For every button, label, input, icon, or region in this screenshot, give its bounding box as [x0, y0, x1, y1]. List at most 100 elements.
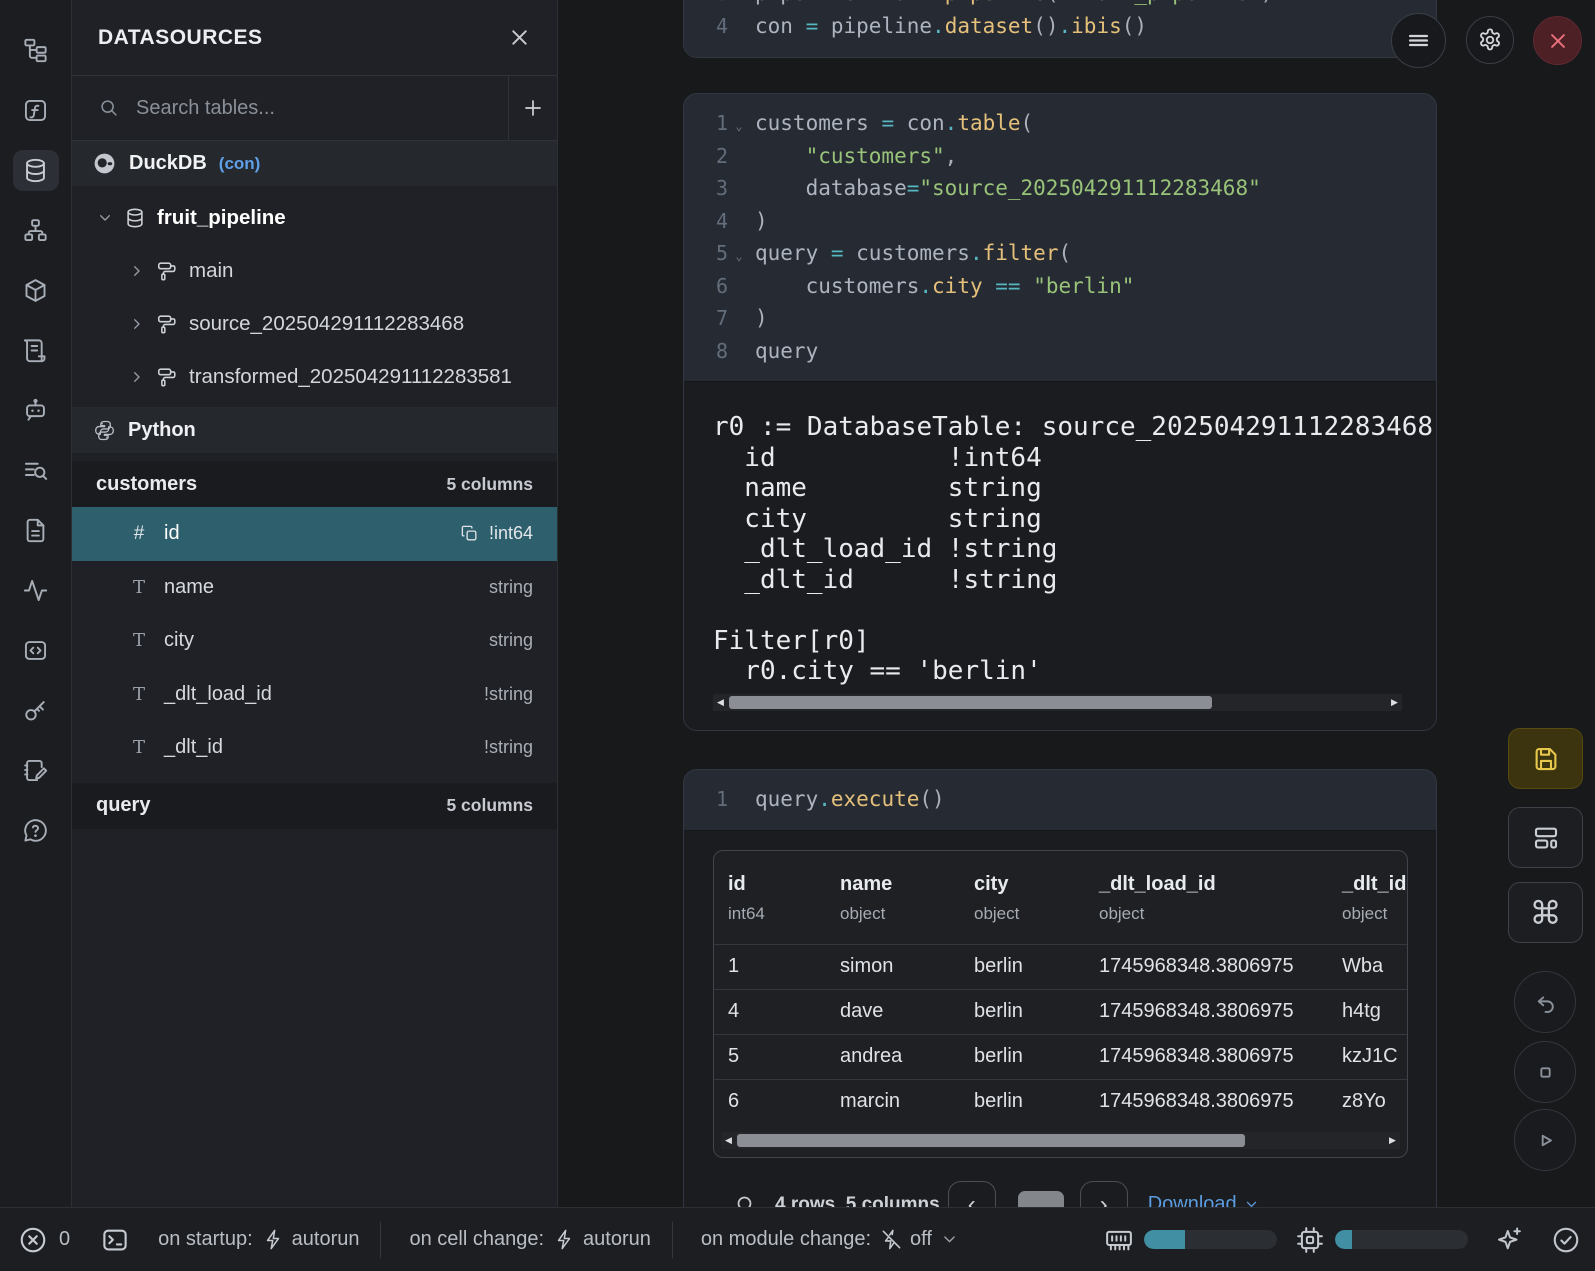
column-meta: !string [484, 737, 533, 758]
code-editor[interactable]: 3pipeline = dlt.pipeline("fruit_pipeline… [684, 0, 1436, 56]
errors-indicator[interactable]: 0 [18, 1225, 70, 1255]
on-startup-setting[interactable]: on startup: autorun [130, 1228, 359, 1251]
scroll-left-arrow-icon[interactable]: ◀ [713, 694, 728, 711]
table-cell: andrea [840, 1045, 974, 1068]
column-row-city[interactable]: Tcitystring [72, 614, 557, 668]
on-module-change-setting[interactable]: on module change: off [673, 1228, 958, 1251]
python-section-label: Python [128, 419, 196, 442]
connection-alias: (con) [219, 154, 261, 174]
column-row-id[interactable]: #id!int64 [72, 507, 557, 561]
rail-notebook-pen-button[interactable] [13, 750, 59, 791]
tree-item-schema-source_202504291112283468[interactable]: source_202504291112283468 [72, 297, 557, 350]
line-number: 7 [684, 306, 728, 330]
tree-item-schema-transformed_202504291112283581[interactable]: transformed_202504291112283581 [72, 350, 557, 403]
column-dtype: object [1099, 904, 1342, 924]
rail-list-search-button[interactable] [13, 450, 59, 491]
rail-key-button[interactable] [13, 690, 59, 731]
rail-hierarchy-button[interactable] [13, 210, 59, 251]
rail-package-button[interactable] [13, 270, 59, 311]
scrollbar-thumb[interactable] [737, 1134, 1245, 1147]
tree-item-database-fruit-pipeline[interactable]: fruit_pipeline [72, 191, 557, 244]
output-line: city string [713, 504, 1436, 535]
code-cell-execute[interactable]: 1query.execute() idint64nameobjectcityob… [683, 769, 1437, 1240]
column-name: id [728, 873, 840, 896]
search-tables-input[interactable] [134, 96, 508, 121]
cpu-icon [1295, 1225, 1325, 1255]
number-type-icon: # [129, 523, 149, 545]
column-row-_dlt_load_id[interactable]: T_dlt_load_id!string [72, 668, 557, 722]
table-cell: z8Yo [1342, 1090, 1407, 1113]
schema-icon [156, 313, 178, 335]
code-line: 3pipeline = dlt.pipeline("fruit_pipeline… [684, 0, 1436, 10]
table-row[interactable]: 4daveberlin1745968348.3806975h4tg [714, 989, 1407, 1034]
column-meta: string [489, 630, 533, 651]
line-number: 4 [684, 209, 728, 233]
scroll-left-arrow-icon[interactable]: ◀ [721, 1132, 736, 1149]
connection-row-duckdb[interactable]: DuckDB (con) [72, 141, 557, 186]
code-line: 5⌄query = customers.filter( [684, 237, 1436, 270]
horizontal-scrollbar[interactable]: ◀ ▶ [713, 694, 1402, 711]
code-line: 1⌄customers = con.table( [684, 107, 1436, 140]
save-button[interactable] [1508, 728, 1583, 789]
layout-button[interactable] [1508, 807, 1583, 868]
connection-name: DuckDB [129, 152, 207, 175]
fold-toggle-icon[interactable]: ⌄ [728, 114, 750, 133]
rail-code-square-button[interactable] [13, 630, 59, 671]
plus-icon [521, 96, 545, 120]
keyboard-shortcuts-button[interactable]: ⌘ [1508, 882, 1583, 943]
table-header-query[interactable]: query5 columns [72, 783, 557, 829]
output-line: _dlt_id !string [713, 565, 1436, 596]
rail-activity-button[interactable] [13, 570, 59, 611]
close-panel-button[interactable] [508, 26, 531, 49]
terminal-icon[interactable] [100, 1225, 130, 1255]
settings-button[interactable] [1466, 16, 1514, 64]
rail-help-circle-button[interactable] [13, 810, 59, 851]
text-type-icon: T [129, 577, 149, 598]
rail-database-button[interactable] [13, 150, 59, 191]
text-type-icon: T [129, 630, 149, 651]
code-editor[interactable]: 1⌄customers = con.table(2 "customers",3 … [684, 94, 1436, 381]
circle-x-icon [18, 1225, 48, 1255]
scroll-right-arrow-icon[interactable]: ▶ [1385, 1132, 1400, 1149]
undo-button[interactable] [1514, 971, 1576, 1033]
table-header-customers[interactable]: customers5 columns [72, 461, 557, 507]
tree-item-schema-main[interactable]: main [72, 244, 557, 297]
status-bar: 0 on startup: autorun on cell change: au… [0, 1207, 1595, 1271]
code-editor[interactable]: 1query.execute() [684, 770, 1436, 830]
code-cell-connection[interactable]: 3pipeline = dlt.pipeline("fruit_pipeline… [683, 0, 1437, 58]
table-row[interactable]: 5andreaberlin1745968348.3806975kzJ1C [714, 1034, 1407, 1079]
memory-usage-meter [1144, 1230, 1277, 1249]
run-button[interactable] [1514, 1109, 1576, 1171]
table-row[interactable]: 1simonberlin1745968348.3806975Wba [714, 944, 1407, 989]
copy-icon[interactable] [460, 524, 479, 543]
column-row-_dlt_id[interactable]: T_dlt_id!string [72, 721, 557, 775]
column-dtype: object [840, 904, 974, 924]
table-cell: 1 [728, 955, 840, 978]
shutdown-button[interactable] [1533, 16, 1582, 65]
close-icon [508, 26, 531, 49]
rail-file-tree-button[interactable] [13, 30, 59, 71]
scroll-right-arrow-icon[interactable]: ▶ [1387, 694, 1402, 711]
code-cell-query[interactable]: 1⌄customers = con.table(2 "customers",3 … [683, 93, 1437, 731]
column-row-name[interactable]: Tnamestring [72, 561, 557, 615]
rail-scroll-text-button[interactable] [13, 330, 59, 371]
check-circle-icon[interactable] [1551, 1225, 1581, 1255]
horizontal-scrollbar[interactable]: ◀ ▶ [721, 1132, 1400, 1149]
rail-file-text-button[interactable] [13, 510, 59, 551]
table-row[interactable]: 6marcinberlin1745968348.3806975z8Yo [714, 1079, 1407, 1124]
scrollbar-thumb[interactable] [729, 696, 1212, 709]
rail-chat-bot-button[interactable] [13, 390, 59, 431]
stop-button[interactable] [1514, 1041, 1576, 1103]
section-python[interactable]: Python [72, 407, 557, 453]
code-line: 1query.execute() [684, 783, 1436, 816]
cell-menu-button[interactable] [1391, 13, 1446, 68]
fold-toggle-icon[interactable]: ⌄ [728, 244, 750, 263]
add-datasource-button[interactable] [508, 76, 557, 140]
chevron-right-icon [129, 263, 145, 279]
on-cell-change-setting[interactable]: on cell change: autorun [381, 1228, 650, 1251]
table-cell: 1745968348.3806975 [1099, 955, 1342, 978]
gear-icon [1477, 27, 1503, 53]
line-number: 5 [684, 241, 728, 265]
ai-sparkles-icon[interactable] [1494, 1225, 1524, 1255]
rail-function-square-button[interactable] [13, 90, 59, 131]
